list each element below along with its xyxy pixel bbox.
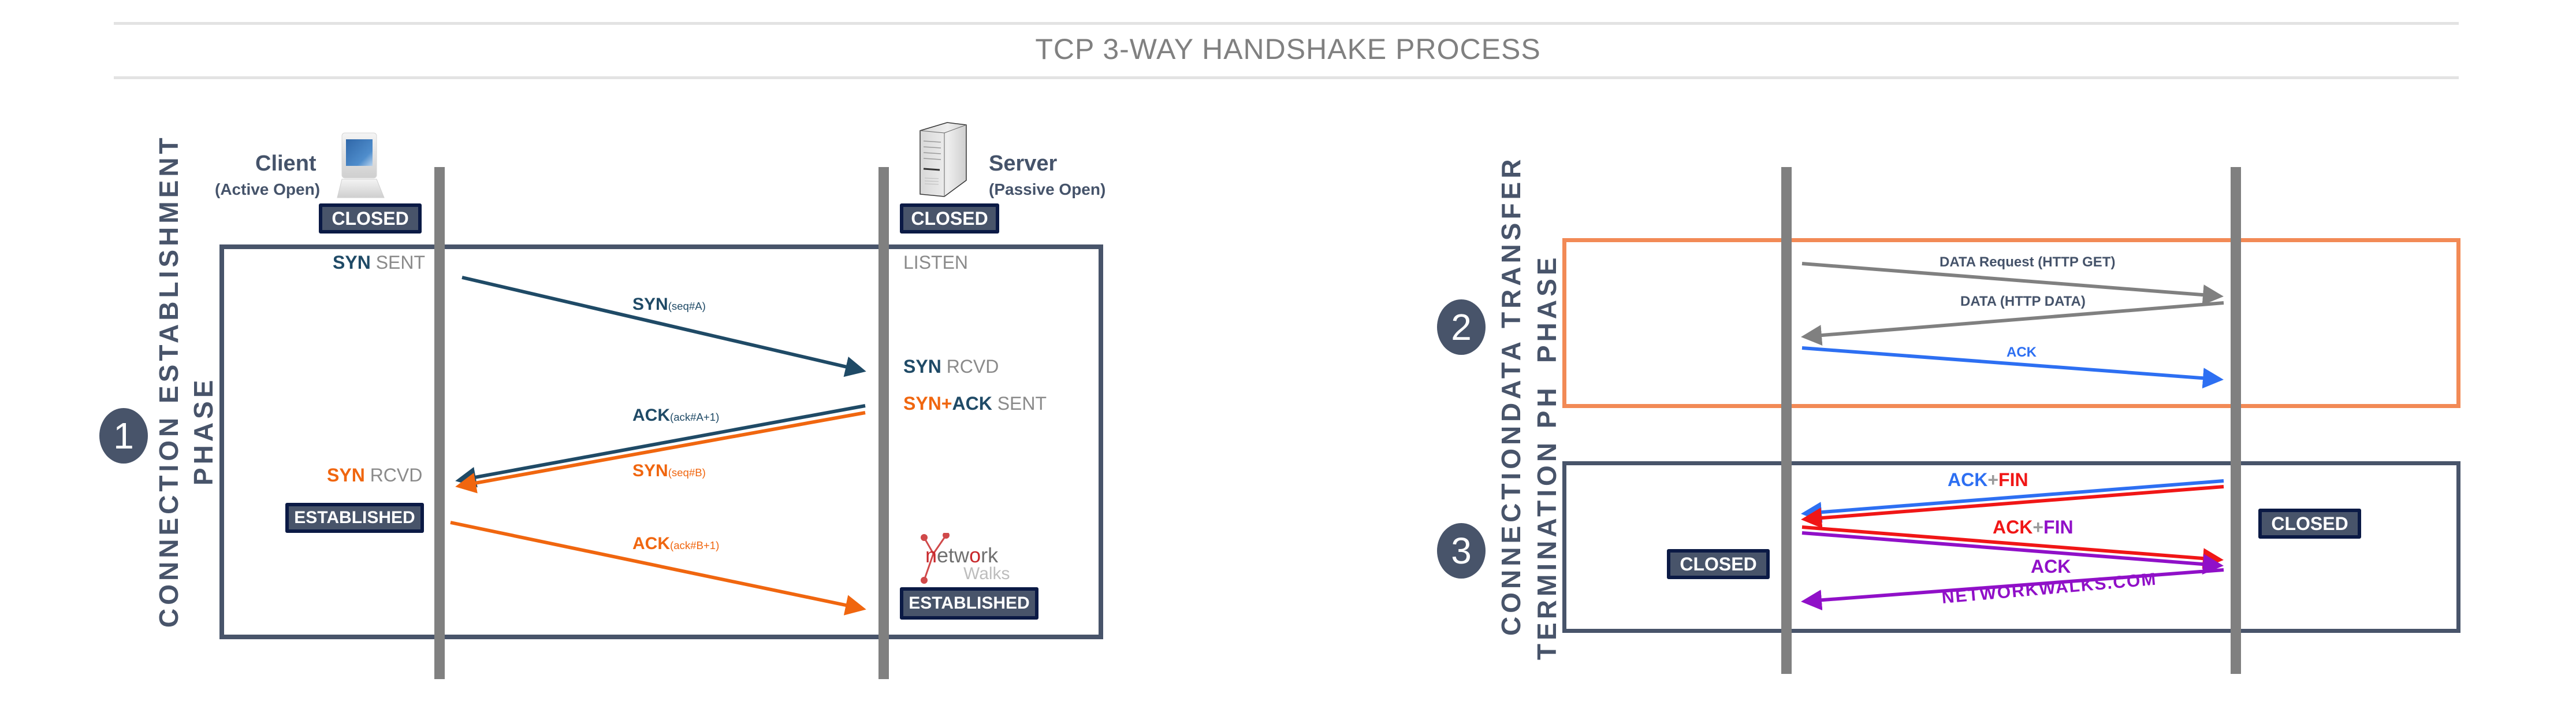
message-arrows xyxy=(450,262,2224,616)
arrow-ackfin-1-ack xyxy=(1801,479,2224,523)
arrow-final-ack xyxy=(1801,568,2224,611)
arrow-data-request xyxy=(1801,262,2224,306)
arrow-syn-seqB xyxy=(455,411,866,494)
arrow-ackfin-1-fin xyxy=(1801,485,2224,529)
arrow-syn-seqA xyxy=(461,276,866,377)
arrow-ack-ackB xyxy=(450,521,866,616)
arrow-ack-ackA xyxy=(455,404,866,488)
arrow-ackfin-2-fin xyxy=(1801,531,2224,575)
arrow-data-ack xyxy=(1801,346,2224,389)
arrow-data-response xyxy=(1801,301,2224,346)
arrow-ackfin-2-ack xyxy=(1801,525,2224,569)
